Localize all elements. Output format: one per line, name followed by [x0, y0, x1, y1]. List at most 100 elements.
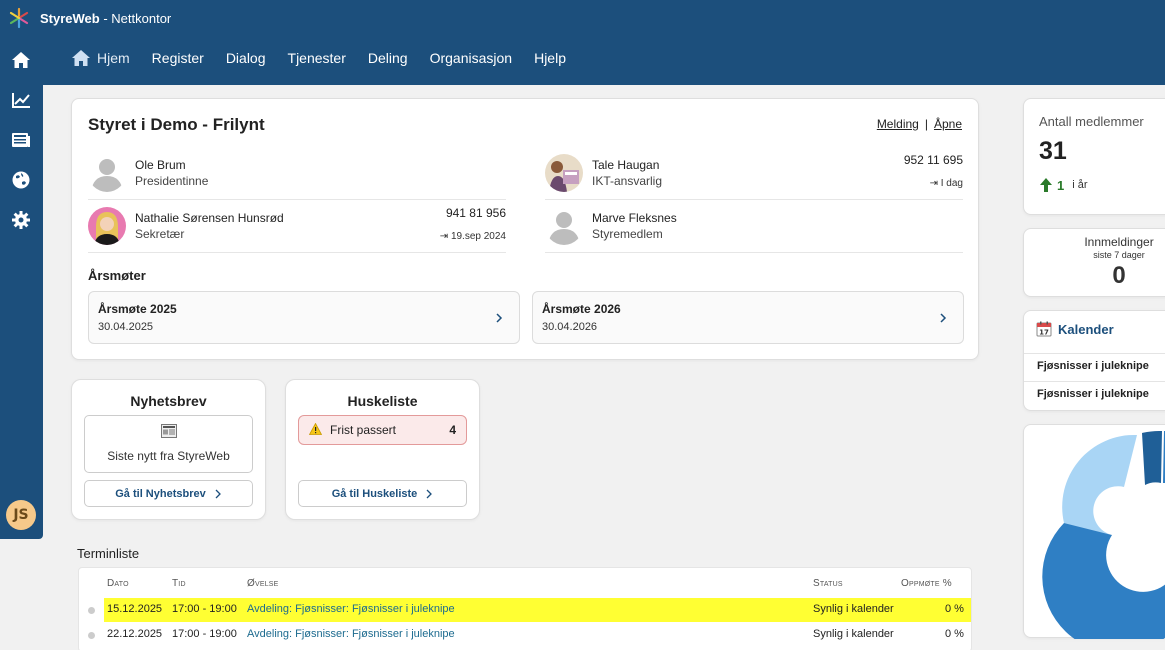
donut-chart-card — [1023, 424, 1165, 650]
meeting-date: 30.04.2026 — [542, 321, 598, 333]
app-brand[interactable]: StyreWeb - Nettkontor — [8, 7, 171, 29]
user-avatar[interactable]: JS — [6, 500, 36, 530]
board-card: Styret i Demo - Frilynt Melding | Åpne Ole… — [71, 98, 979, 360]
termin-table: Dato Tid Øvelse Status Oppmøte % 15.12.2… — [78, 567, 972, 650]
members-trend: 1 i år — [1039, 177, 1088, 193]
member-role: IKT-ansvarlig — [592, 174, 663, 188]
login-icon: ⇥ — [929, 178, 938, 189]
meeting-card[interactable]: Årsmøte 2025 30.04.2025 — [88, 291, 520, 344]
alert-count: 4 — [449, 423, 456, 437]
column-header[interactable]: Oppmøte % — [901, 578, 952, 589]
member-phone: 952 11 695 — [903, 153, 963, 167]
overdue-alert[interactable]: Frist passert 4 — [298, 415, 467, 445]
row-status-dot — [88, 632, 95, 639]
calendar-card: 17 Kalender Fjøsnisser i juleknipe Fjøsn… — [1023, 310, 1165, 411]
divider — [545, 199, 963, 200]
donut-segment-light — [1062, 434, 1137, 535]
table-row[interactable]: 22.12.2025 17:00 - 19:00 Avdeling: Fjøsn… — [79, 623, 971, 647]
board-member[interactable]: Tale Haugan IKT-ansvarlig 952 11 695 ⇥ I… — [545, 149, 963, 197]
divider — [88, 199, 506, 200]
login-icon: ⇥ — [439, 231, 449, 242]
row-time: 17:00 - 19:00 — [172, 628, 237, 640]
globe-icon[interactable] — [10, 169, 32, 191]
member-role: Presidentinne — [135, 174, 209, 188]
last-seen-label: 19.sep 2024 — [450, 231, 506, 242]
divider — [545, 252, 963, 253]
row-status-dot — [88, 607, 95, 614]
avatar-photo — [545, 154, 583, 192]
nav-deling[interactable]: Deling — [357, 45, 419, 71]
nav-home[interactable]: Hjem — [60, 45, 141, 71]
last-seen-label: I dag — [940, 178, 963, 189]
board-links: Melding | Åpne — [877, 117, 962, 131]
board-member[interactable]: Ole Brum Presidentinne — [88, 149, 508, 197]
goto-checklist-button[interactable]: Gå til Huskeliste — [298, 480, 467, 507]
chart-icon[interactable] — [10, 89, 32, 111]
open-link[interactable]: Åpne — [934, 117, 962, 131]
row-date: 15.12.2025 — [107, 603, 163, 615]
link-separator: | — [924, 117, 928, 131]
submissions-sub: siste 7 dager — [1093, 250, 1145, 260]
members-stat-card[interactable]: Antall medlemmer 31 1 i år — [1023, 98, 1165, 215]
submissions-value: 0 — [1112, 262, 1126, 289]
main-nav: Hjem Register Dialog Tjenester Deling Or… — [60, 45, 577, 71]
home-icon[interactable] — [10, 49, 32, 71]
board-member[interactable]: Nathalie Sørensen Hunsrød Sekretær 941 8… — [88, 202, 506, 250]
board-member[interactable]: Marve Fleksnes Styremedlem — [545, 202, 963, 250]
column-header[interactable]: Status — [813, 578, 843, 589]
row-status: Synlig i kalender — [813, 603, 894, 615]
message-link[interactable]: Melding — [877, 117, 919, 131]
nav-hjelp[interactable]: Hjelp — [523, 45, 577, 71]
row-attendance: 0 % — [945, 603, 964, 615]
members-stat-value: 31 — [1039, 137, 1067, 165]
calendar-item[interactable]: Fjøsnisser i juleknipe — [1024, 381, 1165, 409]
meeting-card[interactable]: Årsmøte 2026 30.04.2026 — [532, 291, 964, 344]
avatar-photo — [88, 207, 126, 245]
nav-label: Hjelp — [534, 50, 566, 66]
column-header[interactable]: Øvelse — [247, 578, 279, 589]
row-event-link[interactable]: Avdeling: Fjøsnisser: Fjøsnisser i julek… — [247, 603, 455, 615]
members-stat-label: Antall medlemmer — [1039, 114, 1144, 129]
chevron-right-icon — [940, 313, 947, 323]
news-icon[interactable] — [10, 129, 32, 151]
checklist-title: Huskeliste — [347, 393, 418, 409]
members-trend-value: 1 — [1057, 177, 1065, 193]
nav-label: Tjenester — [287, 50, 346, 66]
last-seen: ⇥ 19.sep 2024 — [440, 231, 506, 242]
styreweb-logo — [9, 7, 29, 29]
avatar-placeholder — [545, 207, 583, 245]
submissions-label: Innmeldinger — [1084, 235, 1154, 249]
alert-label: Frist passert — [330, 423, 397, 437]
row-status: Synlig i kalender — [813, 628, 894, 640]
goto-newsletter-button[interactable]: Gå til Nyhetsbrev — [84, 480, 253, 507]
nav-register[interactable]: Register — [141, 45, 215, 71]
table-row[interactable]: 15.12.2025 17:00 - 19:00 Avdeling: Fjøsn… — [79, 598, 971, 622]
member-name: Nathalie Sørensen Hunsrød — [135, 211, 284, 225]
row-time: 17:00 - 19:00 — [172, 603, 237, 615]
newspaper-icon — [85, 424, 252, 441]
column-header[interactable]: Tid — [172, 578, 186, 589]
app-title: StyreWeb - Nettkontor — [40, 10, 172, 26]
nav-dialog[interactable]: Dialog — [215, 45, 277, 71]
divider — [88, 252, 506, 253]
column-header[interactable]: Dato — [107, 578, 129, 589]
calendar-icon: 17 — [1036, 321, 1052, 337]
nav-organisasjon[interactable]: Organisasjon — [419, 45, 524, 71]
newsletter-item[interactable]: Siste nytt fra StyreWeb — [84, 415, 253, 473]
top-bar — [0, 0, 1165, 85]
gear-icon[interactable] — [10, 209, 32, 231]
avatar-placeholder — [88, 154, 126, 192]
row-attendance: 0 % — [945, 628, 964, 640]
newsletter-card: Nyhetsbrev Siste nytt fra StyreWeb Gå ti… — [71, 379, 266, 520]
chevron-right-icon — [426, 489, 433, 498]
arrow-up-icon — [1040, 178, 1052, 192]
button-label: Gå til Huskeliste — [331, 487, 418, 500]
calendar-header[interactable]: 17 Kalender — [1036, 321, 1114, 337]
submissions-card[interactable]: Innmeldinger siste 7 dager 0 — [1023, 228, 1165, 297]
row-event-link[interactable]: Avdeling: Fjøsnisser: Fjøsnisser i julek… — [247, 628, 455, 640]
member-name: Ole Brum — [135, 158, 186, 172]
termin-title: Terminliste — [77, 546, 140, 561]
nav-tjenester[interactable]: Tjenester — [277, 45, 357, 71]
calendar-item[interactable]: Fjøsnisser i juleknipe — [1024, 353, 1165, 381]
members-trend-period: i år — [1072, 179, 1088, 191]
